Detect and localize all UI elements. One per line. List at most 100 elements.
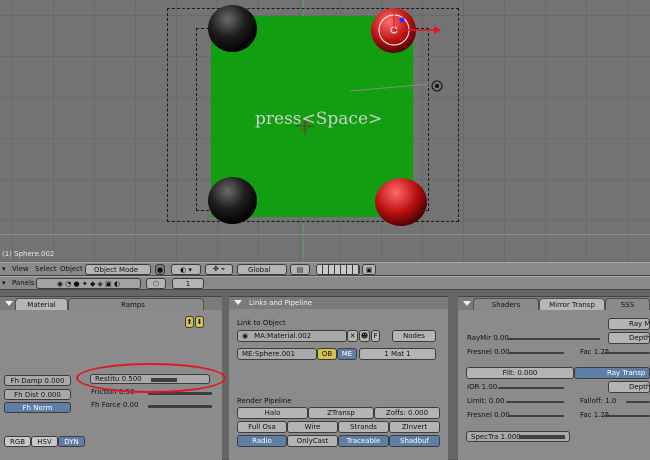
ztransp-label: ZTransp <box>327 409 355 417</box>
layer-toggle[interactable]: ▤ <box>290 264 310 275</box>
context-buttons[interactable]: ◉ ◔ ● ✦ ◆ ◈ ▣ ◐ <box>36 278 141 289</box>
transform-gizmo-icon[interactable] <box>370 4 444 54</box>
spectra-fill <box>519 435 565 439</box>
tab-ramps[interactable]: Ramps <box>68 298 204 310</box>
tab-shaders-label: Shaders <box>491 300 521 309</box>
hsv-label: HSV <box>37 437 52 446</box>
fh-damp-value: Fh Damp 0.000 <box>10 376 65 385</box>
traceable-button[interactable]: Traceable <box>338 435 389 447</box>
material-panel: Material Ramps ⬆ ⬇ Fh Damp 0.000 Fh Dist… <box>0 296 226 460</box>
3d-view-header: ▾ View Select Object Object Mode ● ◐ ▾ ✥… <box>0 262 650 276</box>
mirror-collapse-icon[interactable] <box>463 301 471 306</box>
tab-mirror-transp[interactable]: Mirror Transp <box>539 298 605 310</box>
mat-count: 1 Mat 1 <box>384 350 411 358</box>
fh-norm-button[interactable]: Fh Norm <box>4 402 71 413</box>
tab-sss[interactable]: SSS <box>605 298 650 310</box>
panels-label[interactable]: Panels <box>12 279 35 287</box>
fh-force-label: Fh Force 0.00 <box>91 401 139 409</box>
mirror-transp-panel: Shaders Mirror Transp SSS Ray Mir RayMir… <box>458 296 650 460</box>
menu-select[interactable]: Select <box>35 265 57 273</box>
mode-selector[interactable]: Object Mode <box>85 264 151 275</box>
object-name-label: (1) Sphere.002 <box>2 250 55 258</box>
strands-button[interactable]: Strands <box>338 421 389 433</box>
window-type-icon[interactable]: ▾ <box>2 265 6 273</box>
lock-icon[interactable]: ▣ <box>362 264 376 275</box>
mesh-name-field[interactable]: ME:Sphere.001 <box>237 348 317 360</box>
menu-view[interactable]: View <box>12 265 29 273</box>
fresnel-2-label: Fresnel 0.00 <box>467 411 510 419</box>
fresnel-2-slider[interactable] <box>508 415 564 417</box>
tab-ramps-label: Ramps <box>121 300 145 309</box>
wire-button[interactable]: Wire <box>287 421 338 433</box>
black-sphere-bottom-left[interactable] <box>208 177 257 224</box>
tab-sss-label: SSS <box>620 300 635 309</box>
arrow-down-icon[interactable]: ⬇ <box>195 316 204 328</box>
tab-mirror-label: Mirror Transp <box>549 300 595 309</box>
ztransp-button[interactable]: ZTransp <box>308 407 374 419</box>
highlight-ellipse <box>76 363 226 393</box>
halo-button[interactable]: Halo <box>237 407 308 419</box>
unlink-x-icon[interactable]: ✕ <box>347 330 358 342</box>
f-label: F <box>373 332 378 340</box>
fresnel-1-slider[interactable] <box>508 352 564 354</box>
fh-damp-field[interactable]: Fh Damp 0.000 <box>4 375 71 386</box>
ray-mir-button[interactable]: Ray Mir <box>608 318 650 330</box>
frame-field[interactable]: 1 <box>172 278 204 289</box>
material-name-field[interactable]: ◉ MA:Material.002 <box>237 330 347 342</box>
links-panel-title: Links and Pipeline <box>249 299 312 307</box>
raymir-slider[interactable] <box>508 338 600 340</box>
falloff-slider[interactable] <box>626 401 650 403</box>
nodes-button[interactable]: Nodes <box>392 330 436 342</box>
filt-field[interactable]: Filt: 0.000 <box>466 367 574 379</box>
limit-slider[interactable] <box>506 401 564 403</box>
fh-dist-field[interactable]: Fh Dist 0.000 <box>4 389 71 400</box>
orientation-selector[interactable]: Global <box>237 264 287 275</box>
draw-type-icon[interactable]: ● <box>155 264 165 275</box>
links-collapse-icon[interactable] <box>234 300 242 305</box>
color-mode-dyn[interactable]: DYN <box>58 436 85 447</box>
radio-button[interactable]: Radio <box>237 435 287 447</box>
lamp-icon[interactable] <box>429 78 445 94</box>
falloff-label: Falloff: 1.0 <box>580 397 617 405</box>
filt-value: Filt: 0.000 <box>502 369 538 377</box>
shadbuf-button[interactable]: Shadbuf <box>389 435 440 447</box>
shadbuf-label: Shadbuf <box>400 437 429 445</box>
zoffs-field[interactable]: Zoffs: 0.000 <box>374 407 440 419</box>
color-mode-rgb[interactable]: RGB <box>4 436 31 447</box>
ob-button[interactable]: OB <box>317 348 337 360</box>
ray-transp-button[interactable]: Ray Transp <box>574 367 650 379</box>
tab-material[interactable]: Material <box>15 298 68 310</box>
red-sphere-bottom-right[interactable] <box>375 178 427 226</box>
pivot-buttons[interactable]: ✥ ⌖ <box>205 264 233 275</box>
f-button[interactable]: F <box>371 330 380 342</box>
arrow-up-icon[interactable]: ⬆ <box>185 316 194 328</box>
color-mode-hsv[interactable]: HSV <box>31 436 58 447</box>
dyn-label: DYN <box>64 437 79 446</box>
black-sphere-top-left[interactable] <box>208 5 257 52</box>
tab-shaders[interactable]: Shaders <box>473 298 539 310</box>
fake-user-icon[interactable]: ☻ <box>359 330 370 342</box>
ior-label: IOR 1.00 <box>467 383 498 391</box>
mat-count-field[interactable]: 1 Mat 1 <box>359 348 436 360</box>
panel-collapse-icon[interactable] <box>5 301 13 306</box>
layer-buttons[interactable] <box>316 264 360 275</box>
panels-arrow-icon[interactable]: ▾ <box>2 279 6 287</box>
fac-2-slider[interactable] <box>604 415 650 417</box>
shading-buttons[interactable]: ◐ ▾ <box>171 264 201 275</box>
zinvert-button[interactable]: ZInvert <box>389 421 440 433</box>
fac-1-slider[interactable] <box>604 352 650 354</box>
depth-field-1[interactable]: Depth <box>608 332 650 344</box>
fh-dist-value: Fh Dist 0.000 <box>14 390 61 399</box>
depth-field-2[interactable]: Depth <box>608 381 650 393</box>
full-osa-button[interactable]: Full Osa <box>237 421 287 433</box>
menu-object[interactable]: Object <box>60 265 83 273</box>
fh-force-slider[interactable] <box>148 405 212 408</box>
zoffs-value: Zoffs: 0.000 <box>385 409 429 417</box>
onlycast-button[interactable]: OnlyCast <box>287 435 338 447</box>
spectra-slider[interactable]: SpecTra 1.000 <box>466 431 570 442</box>
sub-context-icon[interactable]: ⬡ <box>146 278 166 289</box>
3d-viewport[interactable]: press<Space> (1) Sphere.002 <box>0 0 650 262</box>
me-label: ME <box>341 350 353 358</box>
ior-slider[interactable] <box>498 387 564 389</box>
me-button[interactable]: ME <box>337 348 357 360</box>
